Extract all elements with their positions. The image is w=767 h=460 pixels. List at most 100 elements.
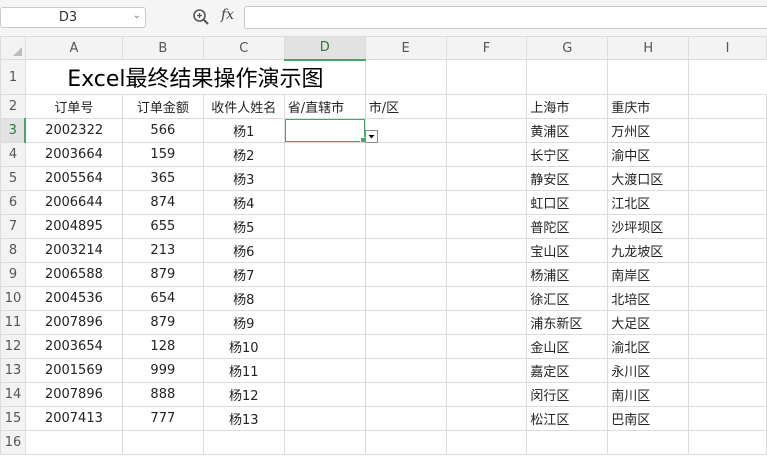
cell[interactable]	[283, 358, 366, 383]
cell[interactable]: 杨5	[202, 214, 285, 239]
cell[interactable]: 嘉定区	[526, 358, 609, 383]
cell[interactable]	[445, 118, 528, 143]
row-header[interactable]: 10	[0, 286, 26, 311]
cell[interactable]	[364, 262, 447, 287]
cell[interactable]	[445, 406, 528, 431]
cell[interactable]	[364, 310, 447, 335]
cell[interactable]: 巴南区	[607, 406, 690, 431]
cell[interactable]: 2002322	[24, 118, 123, 143]
cell[interactable]: 省/直辖市	[283, 94, 366, 119]
cell[interactable]	[607, 430, 690, 455]
cell[interactable]	[445, 262, 528, 287]
column-header[interactable]: B	[121, 36, 204, 60]
row-header[interactable]: 13	[0, 358, 26, 383]
cell[interactable]: 杨6	[202, 238, 285, 263]
cell[interactable]: 2003214	[24, 238, 123, 263]
cell[interactable]	[688, 334, 767, 359]
cell[interactable]: 777	[121, 406, 204, 431]
cell[interactable]: 渝北区	[607, 334, 690, 359]
cell[interactable]	[283, 406, 366, 431]
cell[interactable]: 杨4	[202, 190, 285, 215]
row-header[interactable]: 2	[0, 94, 26, 119]
cell[interactable]: 收件人姓名	[202, 94, 285, 119]
cell[interactable]: 大渡口区	[607, 166, 690, 191]
cell[interactable]: 重庆市	[607, 94, 690, 119]
cell[interactable]: 市/区	[364, 94, 447, 119]
cell[interactable]: 128	[121, 334, 204, 359]
select-all-corner[interactable]	[0, 36, 26, 60]
cell[interactable]: 渝中区	[607, 142, 690, 167]
cell[interactable]	[688, 406, 767, 431]
cell[interactable]: 213	[121, 238, 204, 263]
cell[interactable]: 2006588	[24, 262, 123, 287]
cell[interactable]: 654	[121, 286, 204, 311]
cell[interactable]	[364, 358, 447, 383]
row-header[interactable]: 4	[0, 142, 26, 167]
column-header[interactable]: G	[526, 36, 609, 60]
cell[interactable]	[364, 59, 447, 95]
cell[interactable]	[445, 286, 528, 311]
cell[interactable]: 879	[121, 310, 204, 335]
cell[interactable]	[445, 59, 528, 95]
cell[interactable]: 上海市	[526, 94, 609, 119]
cell[interactable]: 万州区	[607, 118, 690, 143]
row-header[interactable]: 5	[0, 166, 26, 191]
cell[interactable]	[364, 214, 447, 239]
cell[interactable]	[526, 430, 609, 455]
cell[interactable]	[445, 166, 528, 191]
row-header[interactable]: 14	[0, 382, 26, 407]
column-header[interactable]: C	[202, 36, 285, 60]
row-header[interactable]: 16	[0, 430, 26, 455]
cell[interactable]: 杨12	[202, 382, 285, 407]
formula-input[interactable]	[244, 6, 767, 29]
cell[interactable]	[445, 142, 528, 167]
cell[interactable]	[688, 166, 767, 191]
dropdown-button[interactable]	[365, 130, 378, 143]
cell[interactable]: 2007896	[24, 382, 123, 407]
cell[interactable]	[364, 382, 447, 407]
row-header[interactable]: 9	[0, 262, 26, 287]
cell[interactable]: 松江区	[526, 406, 609, 431]
cell[interactable]: 655	[121, 214, 204, 239]
cell[interactable]: 订单金额	[121, 94, 204, 119]
cell[interactable]: 南川区	[607, 382, 690, 407]
cell[interactable]: 九龙坡区	[607, 238, 690, 263]
cell[interactable]: 杨1	[202, 118, 285, 143]
cell[interactable]: 杨11	[202, 358, 285, 383]
cell[interactable]	[688, 118, 767, 143]
cell[interactable]: 金山区	[526, 334, 609, 359]
cell[interactable]: 虹口区	[526, 190, 609, 215]
cell[interactable]	[688, 238, 767, 263]
cell[interactable]	[364, 430, 447, 455]
cell[interactable]: 浦东新区	[526, 310, 609, 335]
cell[interactable]	[283, 286, 366, 311]
cell[interactable]	[445, 190, 528, 215]
cell[interactable]: 2007413	[24, 406, 123, 431]
cell[interactable]	[364, 190, 447, 215]
cell[interactable]: 2005564	[24, 166, 123, 191]
fx-icon[interactable]: fx	[221, 7, 234, 23]
cell[interactable]	[688, 286, 767, 311]
cell[interactable]	[445, 94, 528, 119]
cell[interactable]: 888	[121, 382, 204, 407]
cell[interactable]: 杨3	[202, 166, 285, 191]
column-header[interactable]: F	[445, 36, 528, 60]
cell[interactable]: 874	[121, 190, 204, 215]
column-header[interactable]: I	[688, 36, 767, 60]
cell[interactable]: 杨8	[202, 286, 285, 311]
cell[interactable]: 闵行区	[526, 382, 609, 407]
cell[interactable]: 2003654	[24, 334, 123, 359]
cell[interactable]: 订单号	[24, 94, 123, 119]
cell[interactable]	[445, 430, 528, 455]
row-header[interactable]: 15	[0, 406, 26, 431]
cell[interactable]	[364, 166, 447, 191]
row-header[interactable]: 7	[0, 214, 26, 239]
cell[interactable]	[445, 358, 528, 383]
selected-cell[interactable]	[283, 118, 366, 143]
cell[interactable]: 2007896	[24, 310, 123, 335]
row-header[interactable]: 1	[0, 59, 26, 95]
zoom-icon[interactable]	[192, 8, 210, 26]
row-header[interactable]: 12	[0, 334, 26, 359]
cell[interactable]	[283, 382, 366, 407]
cell[interactable]	[688, 430, 767, 455]
